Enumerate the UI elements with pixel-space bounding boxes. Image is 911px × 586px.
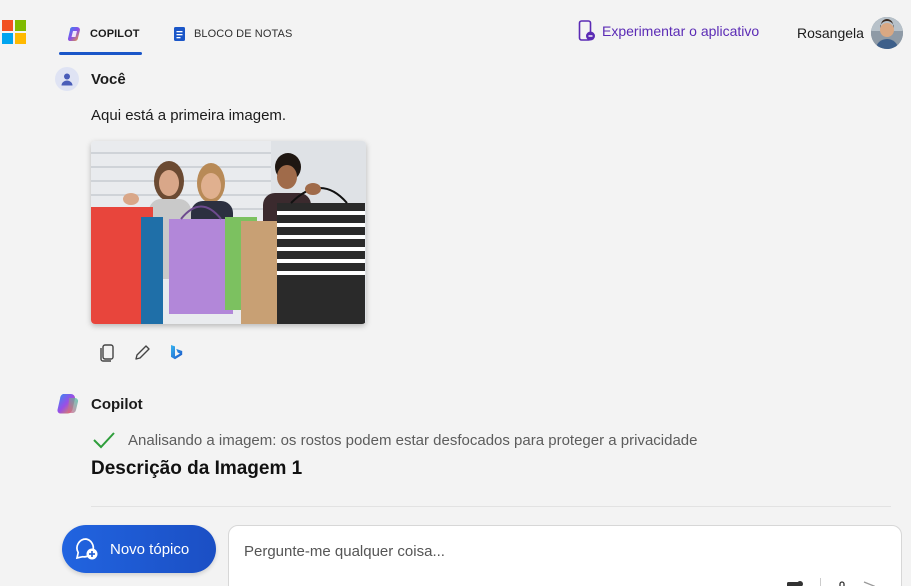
- copilot-icon: [67, 27, 80, 42]
- top-bar: COPILOT BLOCO DE NOTAS Experimentar o ap…: [0, 0, 911, 62]
- notebook-icon: [174, 27, 185, 41]
- new-topic-label: Novo tópico: [110, 540, 190, 558]
- copilot-author-name: Copilot: [91, 396, 143, 413]
- user-author-name: Você: [91, 70, 126, 88]
- tab-notebook[interactable]: BLOCO DE NOTAS: [173, 22, 292, 46]
- tab-copilot-label: COPILOT: [90, 28, 140, 40]
- copilot-message-header: Copilot: [55, 392, 143, 417]
- chat-input[interactable]: [244, 540, 874, 562]
- avatar[interactable]: [871, 17, 903, 49]
- uploaded-image[interactable]: [91, 141, 366, 324]
- image-upload-icon[interactable]: [786, 578, 804, 586]
- microsoft-logo[interactable]: [2, 20, 26, 44]
- tab-copilot[interactable]: COPILOT: [67, 22, 140, 46]
- copilot-logo-icon: [57, 393, 79, 414]
- tab-notebook-label: BLOCO DE NOTAS: [194, 28, 293, 40]
- image-actions: [98, 343, 186, 363]
- phone-app-icon: [578, 20, 595, 41]
- toolbar-separator: [820, 578, 821, 586]
- chat-input-box[interactable]: [228, 525, 902, 586]
- user-message-header: Você: [55, 67, 126, 91]
- user-message-text: Aqui está a primeira imagem.: [91, 107, 287, 124]
- edit-pencil-icon[interactable]: [132, 343, 152, 363]
- new-topic-button[interactable]: Novo tópico: [62, 525, 216, 573]
- new-chat-icon: [75, 538, 98, 560]
- divider: [91, 506, 891, 507]
- microphone-icon[interactable]: [837, 578, 847, 586]
- user-name[interactable]: Rosangela: [797, 25, 864, 41]
- checkmark-icon: [93, 432, 115, 449]
- bing-icon[interactable]: [166, 343, 186, 363]
- copy-icon[interactable]: [98, 343, 118, 363]
- user-avatar-icon: [55, 67, 79, 91]
- analysis-status-text: Analisando a imagem: os rostos podem est…: [128, 431, 698, 449]
- description-heading: Descrição da Imagem 1: [91, 458, 303, 479]
- input-toolbar: [786, 578, 876, 586]
- analysis-status: Analisando a imagem: os rostos podem est…: [92, 431, 698, 449]
- send-icon[interactable]: [863, 578, 876, 586]
- try-app-button[interactable]: Experimentar o aplicativo: [578, 20, 759, 42]
- try-app-label: Experimentar o aplicativo: [602, 23, 760, 39]
- active-tab-indicator: [59, 52, 142, 55]
